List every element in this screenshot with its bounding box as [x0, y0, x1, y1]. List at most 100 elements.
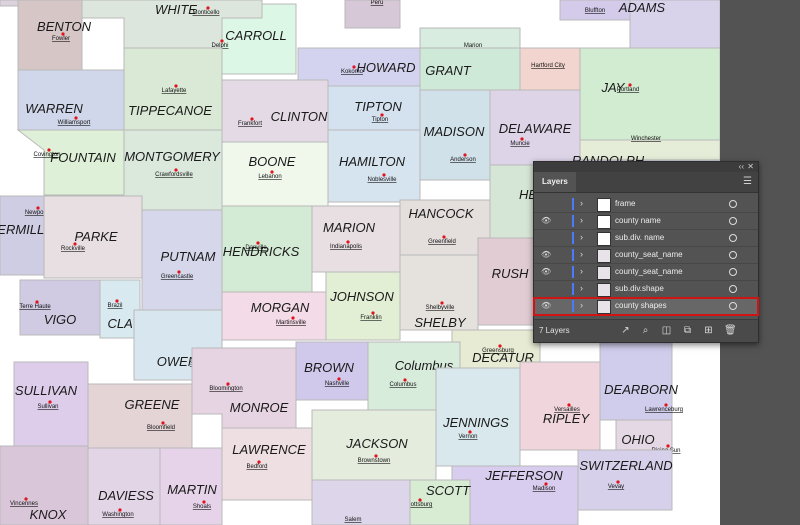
new-layer-icon[interactable]: ⊞ [703, 325, 714, 336]
county[interactable]: HANCOCK Greenfield [399, 199, 491, 256]
county-shape[interactable] [17, 0, 83, 71]
county-shape[interactable] [87, 383, 193, 449]
layer-name[interactable]: county shapes [615, 301, 667, 310]
county-shape[interactable] [191, 347, 297, 429]
collapse-panel-icon[interactable]: ‹‹ [739, 162, 744, 172]
county[interactable]: BOONE Lebanon [221, 141, 329, 207]
county-shape[interactable] [477, 237, 536, 326]
layer-row[interactable]: 👁 › county shapes [533, 297, 759, 316]
county[interactable]: SWITZERLAND Vevay [577, 449, 673, 511]
county-shape[interactable] [489, 164, 536, 246]
county[interactable]: RUSH [477, 237, 536, 326]
county[interactable]: MARTIN Shoals [159, 447, 223, 525]
tab-layers[interactable]: Layers [534, 172, 576, 192]
county[interactable]: SULLIVAN Sullivan [13, 361, 89, 447]
county[interactable]: CLINTON Frankfort [221, 79, 329, 143]
layer-row[interactable]: › sub.div.shape [534, 281, 758, 298]
county-seat-label: Kokomo [341, 69, 364, 75]
county-shape[interactable] [311, 205, 401, 273]
county-shape[interactable] [325, 271, 401, 341]
target-circle-icon[interactable] [729, 251, 737, 259]
trash-icon[interactable]: 🗑 [724, 325, 737, 336]
eye-hidden-icon[interactable] [541, 284, 553, 294]
layer-name[interactable]: county_seat_name [615, 250, 683, 259]
county[interactable]: RIPLEYVersailles [519, 361, 601, 451]
layer-row[interactable]: › frame [534, 196, 758, 213]
locate-object-icon[interactable]: ⌕ [640, 325, 651, 336]
county-name-label: MONROE [230, 400, 289, 415]
county[interactable]: TIPPECANOE Lafayette [123, 47, 223, 131]
expand-chevron-icon[interactable]: › [580, 283, 583, 293]
county[interactable]: GREENE Bloomfield [87, 383, 193, 449]
county[interactable]: MARION Indianapolis [311, 205, 401, 273]
target-circle-icon[interactable] [729, 285, 737, 293]
county[interactable]: KNOXVincennes [0, 445, 89, 525]
close-panel-icon[interactable]: ✕ [747, 162, 754, 172]
county[interactable]: SCOTTScottsburg [404, 479, 471, 525]
county[interactable]: BENTON Fowler [17, 0, 92, 71]
target-circle-icon[interactable] [729, 217, 737, 225]
layer-name[interactable]: sub.div.shape [615, 284, 664, 293]
layer-name[interactable]: sub.div. name [615, 233, 664, 242]
target-circle-icon[interactable] [729, 200, 737, 208]
county[interactable]: Hartford City [519, 47, 581, 91]
county[interactable]: FOUNTAINCovington [16, 129, 125, 196]
layer-name[interactable]: county_seat_name [615, 267, 683, 276]
county[interactable]: Marion [419, 27, 521, 49]
county[interactable]: HE [489, 164, 537, 246]
expand-chevron-icon[interactable]: › [580, 232, 583, 242]
county[interactable]: DAVIESS Washington [87, 447, 161, 525]
county[interactable]: HENDRICKSDanville [221, 205, 313, 293]
county[interactable]: PUTNAM Greencastle [141, 209, 223, 311]
county[interactable]: VIGO Terre Haute [19, 279, 101, 336]
clipping-mask-icon[interactable]: ◫ [661, 325, 672, 336]
county[interactable]: DEARBORN Lawrenceburg [599, 337, 683, 421]
county[interactable]: PARKE Rockville [43, 195, 143, 279]
eye-hidden-icon[interactable] [541, 233, 553, 243]
layer-row[interactable]: 👁 › county_seat_name [534, 264, 758, 281]
county[interactable]: JAYPortland [579, 47, 720, 141]
target-circle-icon[interactable] [729, 234, 737, 242]
county[interactable]: JEFFERSON Madison [451, 465, 579, 525]
county[interactable]: TIPTON Tipton [327, 85, 421, 131]
county-shape[interactable] [519, 47, 581, 91]
county[interactable]: HAMILTON Noblesville [327, 129, 421, 203]
expand-chevron-icon[interactable]: › [580, 215, 583, 225]
target-circle-icon[interactable] [729, 268, 737, 276]
eye-icon[interactable]: 👁 [541, 216, 553, 226]
expand-chevron-icon[interactable]: › [580, 198, 583, 208]
layer-name[interactable]: county name [615, 216, 661, 225]
eye-icon[interactable]: 👁 [541, 250, 553, 260]
county[interactable]: MONROE Bloomington [191, 347, 297, 429]
expand-chevron-icon[interactable]: › [580, 266, 583, 276]
eye-icon[interactable]: 👁 [541, 301, 553, 311]
layer-row[interactable]: › sub.div. name [534, 230, 758, 247]
target-circle-icon[interactable] [729, 302, 737, 310]
county[interactable]: WARREN Williamsport [17, 69, 125, 131]
layer-name[interactable]: frame [615, 199, 635, 208]
county[interactable]: LAWRENCE Bedford [221, 427, 313, 501]
county[interactable]: MORGAN Martinsville [221, 291, 327, 341]
new-sublayer-icon[interactable]: ⧉ [682, 325, 693, 336]
expand-chevron-icon[interactable]: › [580, 249, 583, 259]
county[interactable]: Salem [311, 479, 411, 525]
county[interactable]: SHELBY Shelbyville [399, 254, 479, 331]
county[interactable]: JENNINGS Vernon [435, 367, 521, 467]
layer-row[interactable]: 👁 › county name [534, 213, 758, 230]
county[interactable]: MADISON Anderson [419, 89, 491, 181]
county[interactable]: ADAMS [618, 0, 720, 49]
county[interactable]: JOHNSON Franklin [325, 271, 401, 341]
county-shape[interactable] [519, 361, 601, 451]
panel-menu-icon[interactable]: ☰ [743, 176, 752, 187]
expand-chevron-icon[interactable]: › [580, 300, 583, 310]
panel-title-bar[interactable]: ‹‹ ✕ [534, 162, 758, 172]
county[interactable]: Peru [344, 0, 401, 29]
county[interactable]: BROWN Nashville [295, 341, 369, 401]
export-icon[interactable]: ↗ [620, 325, 631, 336]
county[interactable]: GRANT [419, 47, 521, 91]
county[interactable]: DELAWARE Muncie [489, 89, 581, 166]
county[interactable]: JACKSON Brownstown [311, 409, 437, 481]
layer-row[interactable]: 👁 › county_seat_name [534, 247, 758, 264]
eye-hidden-icon[interactable] [541, 199, 553, 209]
eye-icon[interactable]: 👁 [541, 267, 553, 277]
